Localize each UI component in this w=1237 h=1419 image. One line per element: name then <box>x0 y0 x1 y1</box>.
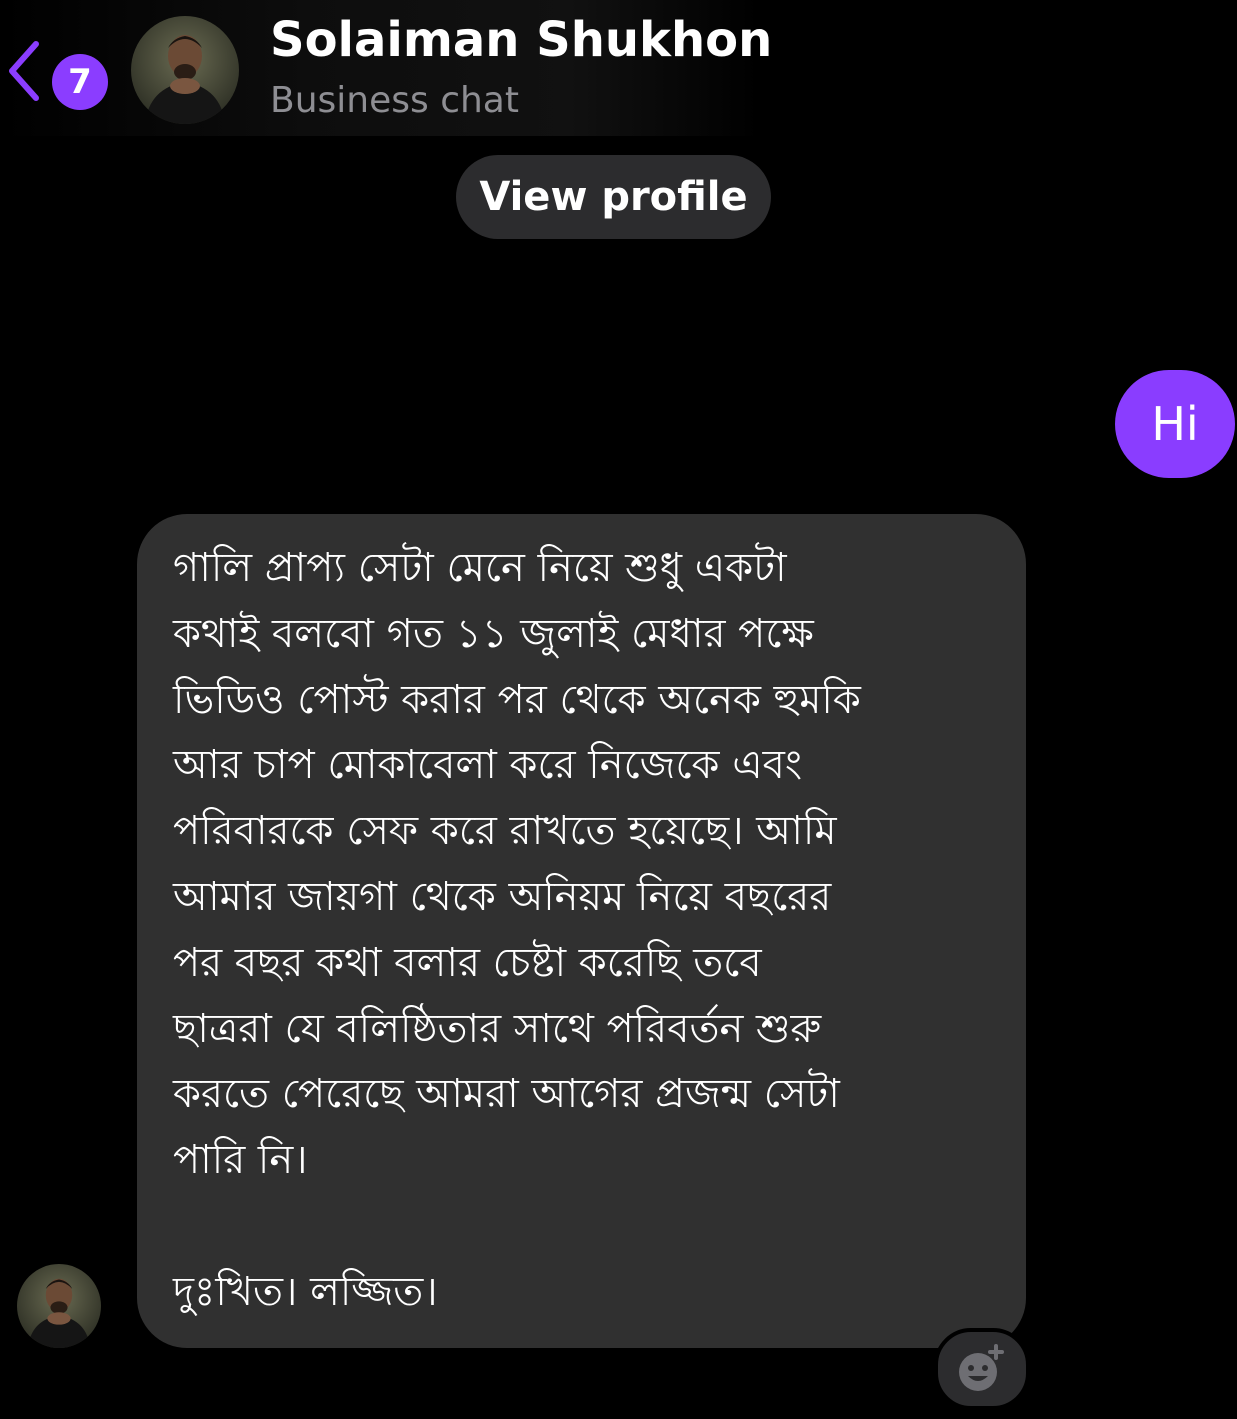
contact-name[interactable]: Solaiman Shukhon <box>270 12 772 68</box>
message-line: ভিডিও পোস্ট করার পর থেকে অনেক হুমকি <box>173 676 861 723</box>
message-line: আর চাপ মোকাবেলা করে নিজেকে এবং <box>173 742 803 789</box>
contact-avatar[interactable] <box>131 16 239 124</box>
unread-count-badge: 7 <box>52 54 108 110</box>
message-line: করতে পেরেছে আমরা আগের প্রজন্ম সেটা <box>173 1071 840 1118</box>
add-reaction-button[interactable] <box>934 1328 1030 1410</box>
chat-header: 7 Solaiman Shukhon Business chat <box>0 0 772 136</box>
sender-avatar[interactable] <box>17 1264 101 1348</box>
message-line: আমার জায়গা থেকে অনিয়ম নিয়ে বছরের <box>173 873 832 920</box>
chevron-left-icon <box>9 41 39 101</box>
avatar-photo <box>17 1264 101 1348</box>
message-line: পারি নি। <box>173 1137 308 1184</box>
message-closing-line: দুঃখিত। লজ্জিত। <box>173 1268 438 1315</box>
back-button[interactable]: 7 <box>6 36 110 110</box>
avatar-photo <box>131 16 239 124</box>
message-line: গালি প্রাপ্য সেটা মেনে নিয়ে শুধু একটা <box>173 545 787 591</box>
contact-subtitle: Business chat <box>270 80 519 121</box>
add-reaction-icon <box>959 1344 1004 1391</box>
sent-message-bubble[interactable]: Hi <box>1115 370 1235 478</box>
message-line: পরিবারকে সেফ করে রাখতে হয়েছে। আমি <box>173 808 837 855</box>
message-line: কথাই বলবো গত ১১ জুলাই মেধার পক্ষে <box>173 610 814 657</box>
received-message-bubble[interactable]: গালি প্রাপ্য সেটা মেনে নিয়ে শুধু একটা ক… <box>137 514 1026 1348</box>
message-line: পর বছর কথা বলার চেষ্টা করেছি তবে <box>173 939 762 986</box>
message-line: ছাত্ররা যে বলিষ্ঠিতার সাথে পরিবর্তন শুরু <box>173 1005 822 1052</box>
view-profile-button[interactable]: View profile <box>456 155 771 239</box>
